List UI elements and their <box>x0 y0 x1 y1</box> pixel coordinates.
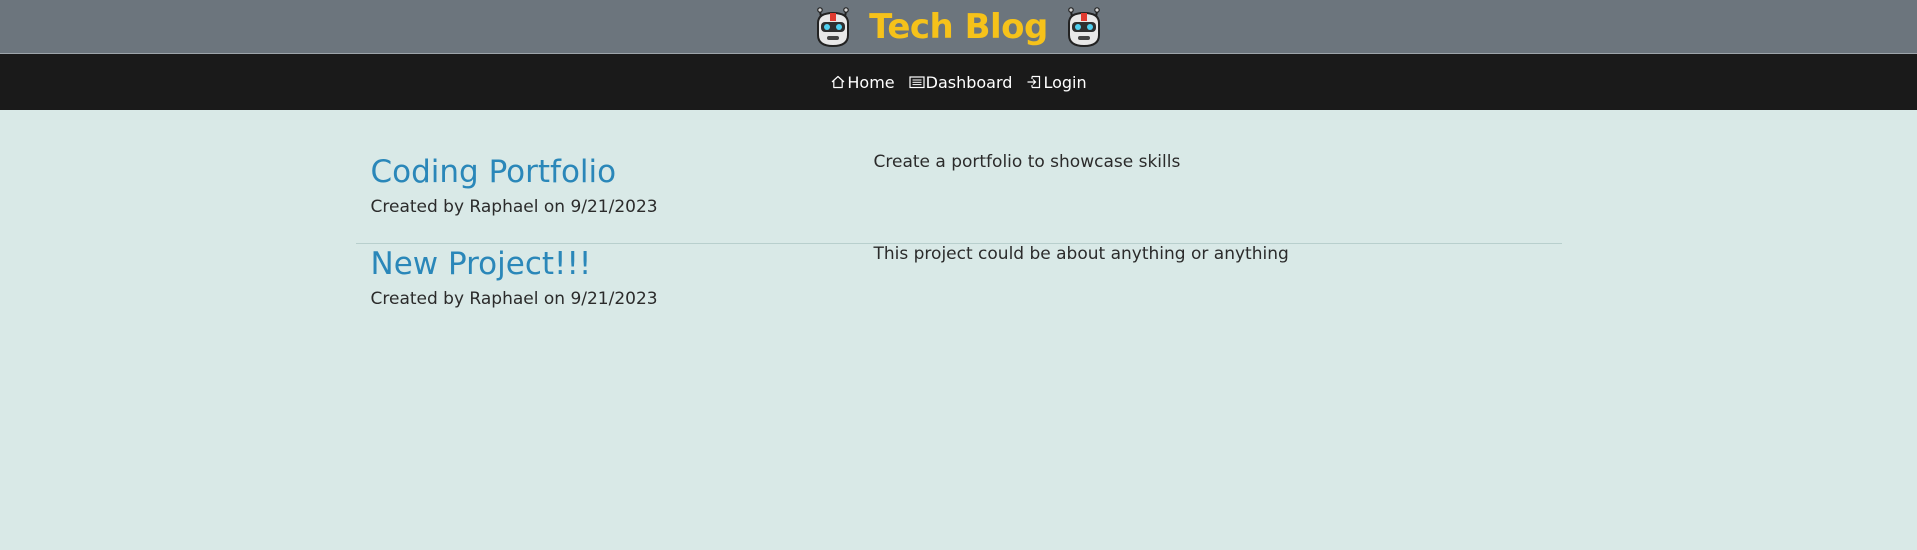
post-header: Coding Portfolio Created by Raphael on 9… <box>371 152 874 243</box>
post-item[interactable]: Coding Portfolio Created by Raphael on 9… <box>356 152 1562 243</box>
home-icon <box>831 75 845 89</box>
site-title[interactable]: Tech Blog <box>869 10 1048 44</box>
list-icon <box>909 76 925 89</box>
post-title-link[interactable]: New Project!!! <box>371 246 874 282</box>
nav-login-label: Login <box>1043 72 1087 92</box>
robot-icon <box>817 6 850 47</box>
post-item[interactable]: New Project!!! Created by Raphael on 9/2… <box>356 244 1562 335</box>
nav-home-link[interactable]: Home <box>830 72 895 92</box>
post-list: Coding Portfolio Created by Raphael on 9… <box>355 110 1562 335</box>
nav-dashboard-label: Dashboard <box>925 72 1013 92</box>
post-title-link[interactable]: Coding Portfolio <box>371 154 874 190</box>
login-icon <box>1027 75 1041 89</box>
post-meta: Created by Raphael on 9/21/2023 <box>370 197 658 217</box>
post-header: New Project!!! Created by Raphael on 9/2… <box>371 244 874 335</box>
post-meta: Created by Raphael on 9/21/2023 <box>370 289 658 309</box>
nav-home-label: Home <box>847 72 895 92</box>
nav-login-link[interactable]: Login <box>1026 72 1087 92</box>
nav-dashboard-link[interactable]: Dashboard <box>909 72 1013 92</box>
robot-icon <box>1067 6 1100 47</box>
post-description: Create a portfolio to showcase skills <box>873 152 1181 172</box>
post-description: This project could be about anything or … <box>873 244 1289 264</box>
main-nav: Home Dashboard Login <box>0 54 1917 110</box>
site-header: Tech Blog <box>0 0 1917 54</box>
